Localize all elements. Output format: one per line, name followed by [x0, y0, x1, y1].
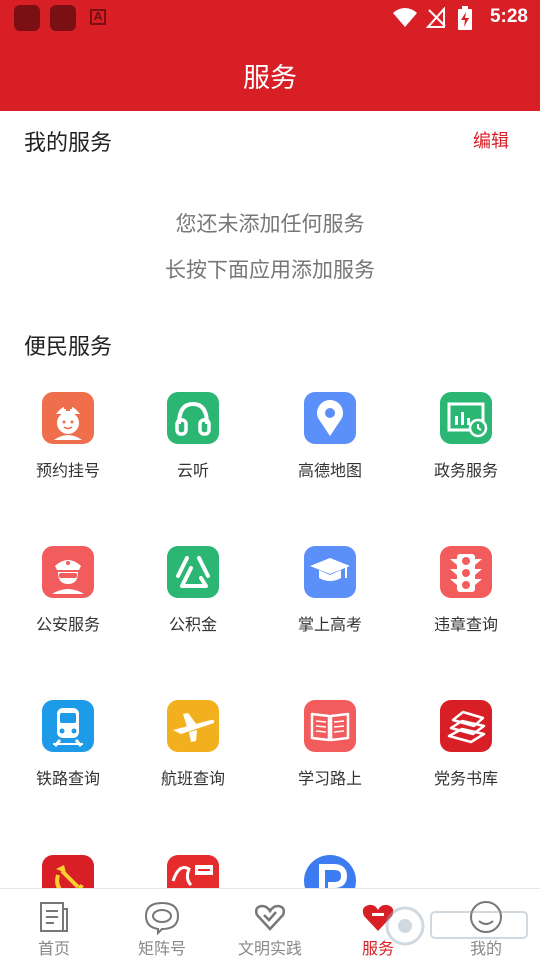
service-item-amap[interactable]: 高德地图 [262, 392, 398, 502]
service-item-violation[interactable]: 违章查询 [398, 546, 534, 656]
service-label: 航班查询 [160, 769, 225, 788]
service-item-appointment[interactable]: 预约挂号 [0, 392, 136, 502]
tab-label: 矩阵号 [137, 939, 186, 958]
no-signal-icon [426, 7, 446, 28]
service-label: 违章查询 [433, 615, 498, 634]
police-icon [42, 546, 94, 598]
traffic-light-icon [440, 546, 492, 598]
service-item-police[interactable]: 公安服务 [0, 546, 136, 656]
tab-civilization[interactable]: 文明实践 [216, 889, 324, 961]
battery-charging-icon [458, 6, 472, 30]
empty-hint-line1: 您还未添加任何服务 [175, 212, 365, 236]
service-item-flight[interactable]: 航班查询 [125, 700, 261, 810]
fund-icon [167, 546, 219, 598]
notification-app-icon [14, 5, 40, 31]
news-icon [36, 899, 72, 935]
service-label: 公积金 [168, 615, 217, 634]
empty-hint-line2: 长按下面应用添加服务 [165, 258, 375, 282]
gov-screen-icon [440, 392, 492, 444]
service-label: 预约挂号 [35, 461, 100, 480]
headphones-icon [167, 392, 219, 444]
service-item-gov[interactable]: 政务服务 [398, 392, 534, 502]
tab-matrix[interactable]: 矩阵号 [108, 889, 216, 961]
wifi-icon [393, 8, 417, 27]
heart-icon [252, 899, 288, 935]
service-label: 学习路上 [297, 769, 362, 788]
service-item-railway[interactable]: 铁路查询 [0, 700, 136, 810]
airplane-icon [167, 700, 219, 752]
open-book-icon [304, 700, 356, 752]
app-header: 服务 [0, 36, 540, 111]
eye-bubble-icon [144, 899, 180, 935]
edit-button[interactable]: 编辑 [473, 127, 509, 153]
service-item-fund[interactable]: 公积金 [125, 546, 261, 656]
service-label: 高德地图 [297, 461, 362, 480]
page-title: 服务 [243, 63, 297, 94]
map-pin-icon [304, 392, 356, 444]
service-label: 掌上高考 [297, 615, 362, 634]
service-item-party-library[interactable]: 党务书库 [398, 700, 534, 810]
convenience-services-title: 便民服务 [24, 335, 113, 360]
notification-app-icon [50, 5, 76, 31]
status-bar: A 5:28 [0, 0, 540, 36]
train-icon [42, 700, 94, 752]
graduation-cap-icon [304, 546, 356, 598]
tab-label: 首页 [37, 939, 70, 958]
watermark-logo [385, 906, 528, 946]
service-label: 党务书库 [433, 769, 498, 788]
my-services-title: 我的服务 [24, 131, 113, 156]
service-label: 云听 [176, 461, 209, 480]
service-label: 铁路查询 [35, 769, 100, 788]
service-label: 公安服务 [35, 615, 100, 634]
tab-label: 文明实践 [237, 939, 302, 958]
book-stack-icon [440, 700, 492, 752]
notification-a-icon: A [90, 9, 106, 25]
nurse-icon [42, 392, 94, 444]
service-item-study[interactable]: 学习路上 [262, 700, 398, 810]
tab-home[interactable]: 首页 [0, 889, 108, 961]
service-item-yunting[interactable]: 云听 [125, 392, 261, 502]
service-item-gaokao[interactable]: 掌上高考 [262, 546, 398, 656]
clock: 5:28 [489, 6, 528, 27]
service-label: 政务服务 [433, 461, 498, 480]
